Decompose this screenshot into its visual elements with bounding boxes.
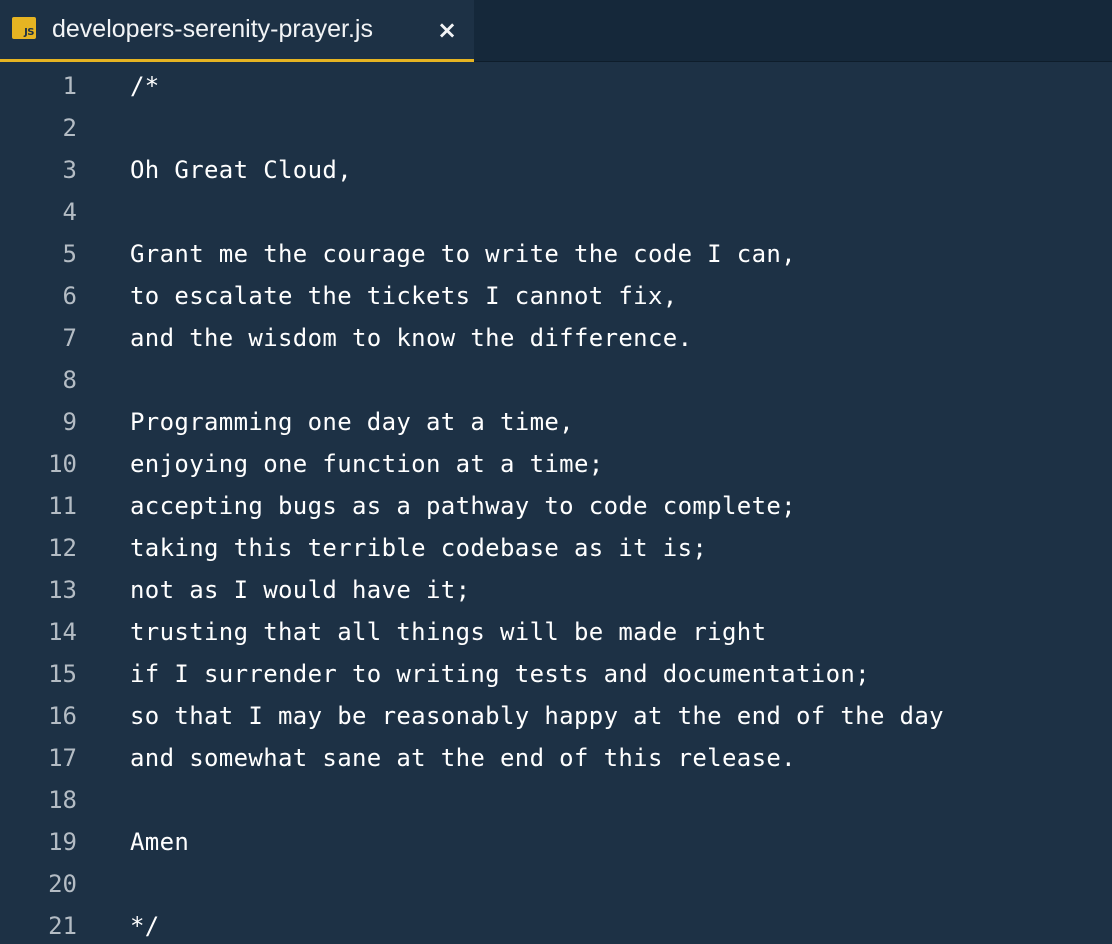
line-text[interactable]: enjoying one function at a time;: [130, 443, 604, 485]
line-text[interactable]: accepting bugs as a pathway to code comp…: [130, 485, 796, 527]
line-number: 10: [48, 450, 77, 478]
line-number: 5: [62, 240, 77, 268]
line-text[interactable]: to escalate the tickets I cannot fix,: [130, 275, 678, 317]
line-number: 3: [62, 156, 77, 184]
line-number: 19: [48, 828, 77, 856]
line-number: 8: [62, 366, 77, 394]
tab-bar: JS developers-serenity-prayer.js ×: [0, 0, 1112, 62]
code-line[interactable]: 5 Grant me the courage to write the code …: [0, 233, 1112, 275]
line-number: 20: [48, 870, 77, 898]
line-text[interactable]: /*: [130, 65, 160, 107]
code-editor[interactable]: 1 /* 2 3 Oh Great Cloud, 4 5 Grant me the coura…: [0, 63, 1112, 944]
javascript-file-icon: JS: [12, 17, 36, 39]
line-text[interactable]: and the wisdom to know the difference.: [130, 317, 692, 359]
line-number: 14: [48, 618, 77, 646]
code-line[interactable]: 20: [0, 863, 1112, 905]
line-number: 6: [62, 282, 77, 310]
line-text[interactable]: taking this terrible codebase as it is;: [130, 527, 707, 569]
line-text[interactable]: not as I would have it;: [130, 569, 470, 611]
code-line[interactable]: 19 Amen: [0, 821, 1112, 863]
tab-developers-serenity-prayer[interactable]: JS developers-serenity-prayer.js ×: [0, 0, 474, 62]
line-number: 1: [62, 72, 77, 100]
code-line[interactable]: 18: [0, 779, 1112, 821]
code-line[interactable]: 11 accepting bugs as a pathway to code co…: [0, 485, 1112, 527]
line-number: 11: [48, 492, 77, 520]
line-number: 7: [62, 324, 77, 352]
code-line[interactable]: 17 and somewhat sane at the end of this r…: [0, 737, 1112, 779]
editor-window: JS developers-serenity-prayer.js × 1 /* 2 3…: [0, 0, 1112, 944]
line-text[interactable]: */: [130, 905, 160, 944]
code-line[interactable]: 2: [0, 107, 1112, 149]
line-text[interactable]: trusting that all things will be made ri…: [130, 611, 766, 653]
line-number: 15: [48, 660, 77, 688]
line-text[interactable]: so that I may be reasonably happy at the…: [130, 695, 944, 737]
code-line[interactable]: 8: [0, 359, 1112, 401]
line-number: 21: [48, 912, 77, 940]
line-number: 16: [48, 702, 77, 730]
code-line[interactable]: 13 not as I would have it;: [0, 569, 1112, 611]
code-line[interactable]: 7 and the wisdom to know the difference.: [0, 317, 1112, 359]
code-line[interactable]: 6 to escalate the tickets I cannot fix,: [0, 275, 1112, 317]
code-line[interactable]: 1 /*: [0, 65, 1112, 107]
line-number: 17: [48, 744, 77, 772]
code-line[interactable]: 15 if I surrender to writing tests and do…: [0, 653, 1112, 695]
code-line[interactable]: 9 Programming one day at a time,: [0, 401, 1112, 443]
tab-title: developers-serenity-prayer.js: [52, 15, 373, 43]
code-line[interactable]: 14 trusting that all things will be made …: [0, 611, 1112, 653]
line-text[interactable]: Oh Great Cloud,: [130, 149, 352, 191]
code-line[interactable]: 10 enjoying one function at a time;: [0, 443, 1112, 485]
line-number: 13: [48, 576, 77, 604]
line-number: 9: [62, 408, 77, 436]
line-number: 2: [62, 114, 77, 142]
line-text[interactable]: if I surrender to writing tests and docu…: [130, 653, 870, 695]
line-number: 18: [48, 786, 77, 814]
code-line[interactable]: 3 Oh Great Cloud,: [0, 149, 1112, 191]
line-text[interactable]: Programming one day at a time,: [130, 401, 574, 443]
code-line[interactable]: 12 taking this terrible codebase as it is…: [0, 527, 1112, 569]
line-text[interactable]: Amen: [130, 821, 189, 863]
close-icon[interactable]: ×: [434, 15, 460, 45]
line-number: 12: [48, 534, 77, 562]
line-number: 4: [62, 198, 77, 226]
code-line[interactable]: 16 so that I may be reasonably happy at t…: [0, 695, 1112, 737]
code-line[interactable]: 21 */: [0, 905, 1112, 944]
code-line[interactable]: 4: [0, 191, 1112, 233]
line-text[interactable]: and somewhat sane at the end of this rel…: [130, 737, 796, 779]
line-text[interactable]: Grant me the courage to write the code I…: [130, 233, 796, 275]
